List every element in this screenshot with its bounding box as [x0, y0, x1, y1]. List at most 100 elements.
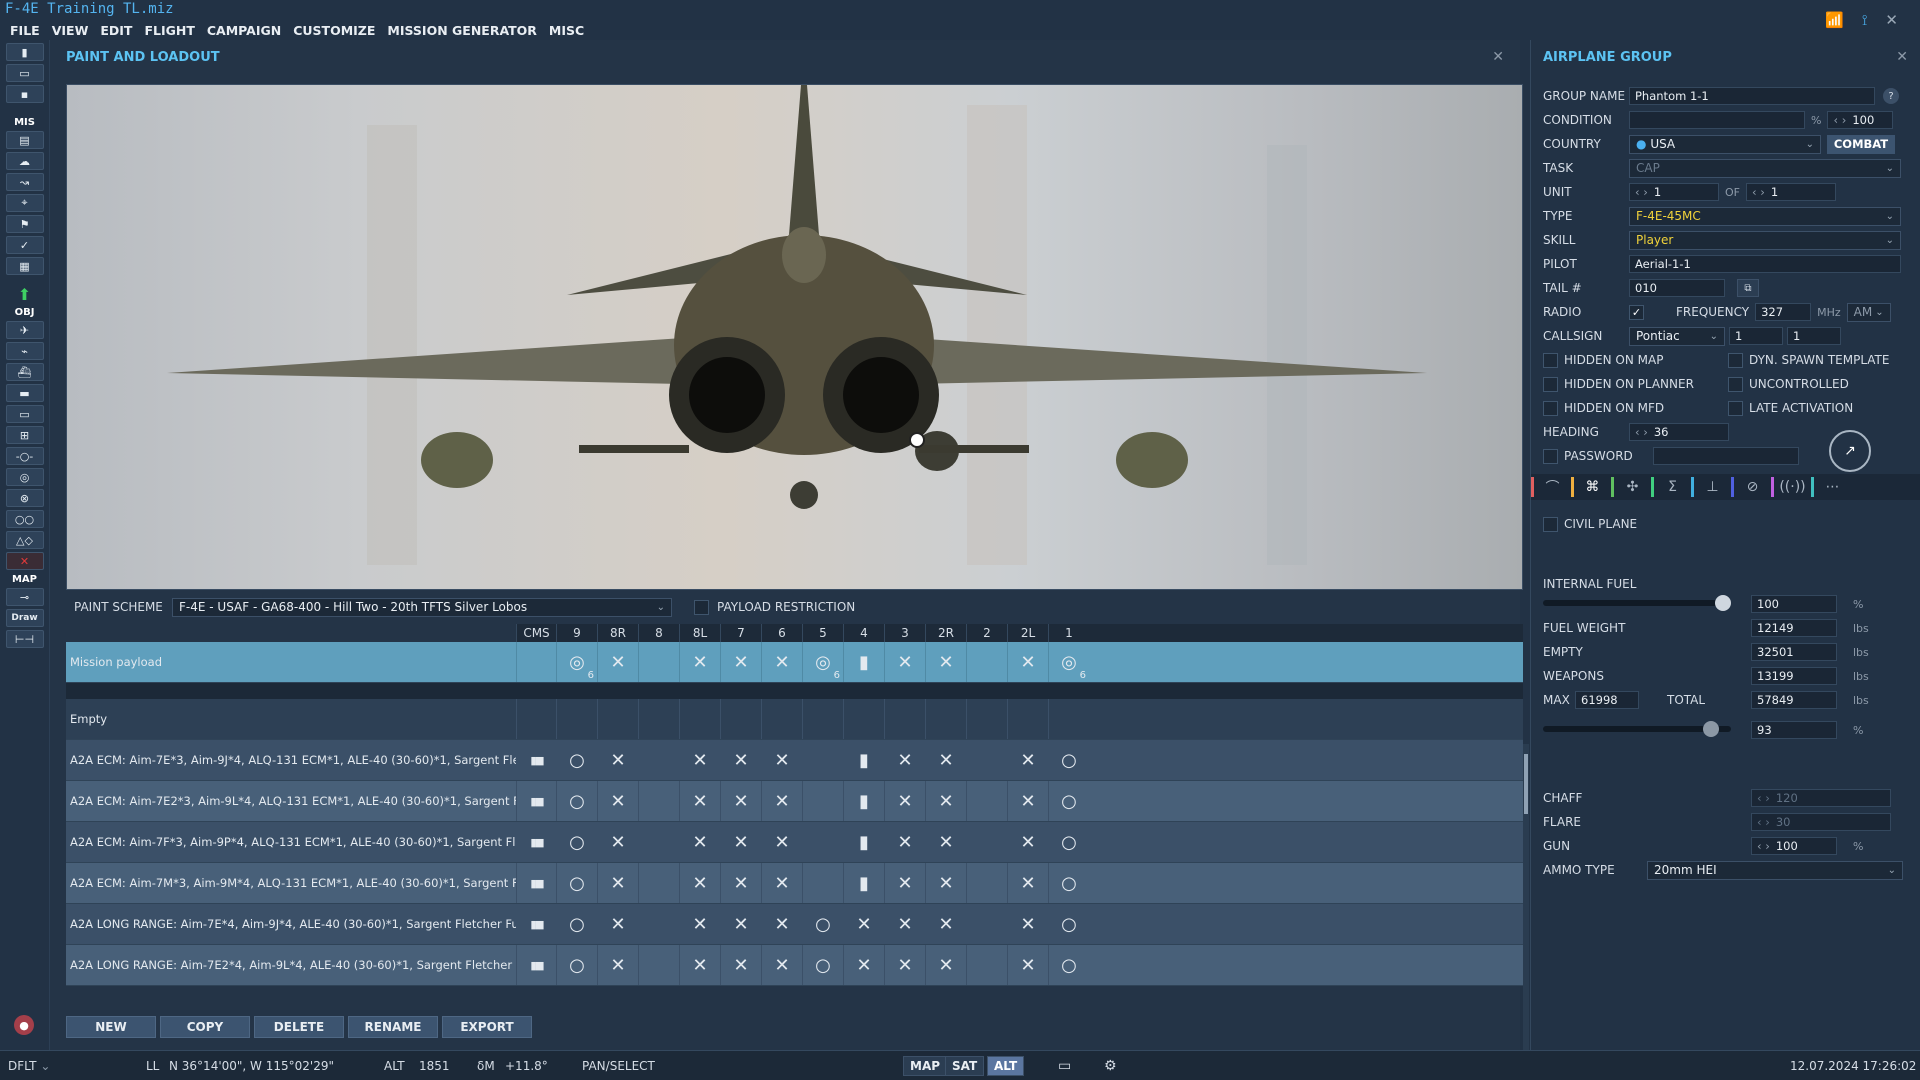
station-cell[interactable] — [966, 863, 1007, 903]
combat-button[interactable]: COMBAT — [1827, 134, 1895, 154]
flag-icon[interactable]: ⚑ — [5, 215, 44, 233]
station-cell[interactable]: ○ — [556, 863, 597, 903]
hidden-planner-checkbox[interactable] — [1543, 376, 1558, 392]
station-cell[interactable]: ○ — [556, 904, 597, 944]
settings-icon[interactable]: ⚙ — [1104, 1058, 1117, 1074]
menu-mission-generator[interactable]: MISSION GENERATOR — [387, 23, 537, 38]
fuel-slider-knob[interactable] — [1715, 595, 1731, 611]
payload-row[interactable]: A2A ECM: Aim-7F*3, Aim-9P*4, ALQ-131 ECM… — [66, 822, 1523, 863]
summary-tab-icon[interactable]: Σ — [1651, 477, 1691, 497]
skill-select[interactable]: Player ⌄ — [1629, 230, 1901, 250]
station-cell[interactable] — [802, 822, 843, 862]
map-tool-icon[interactable]: ⊸ — [5, 588, 44, 606]
heading-dial[interactable]: ↗ — [1829, 430, 1871, 472]
station-cell[interactable] — [966, 822, 1007, 862]
station-cell[interactable] — [1048, 699, 1089, 739]
station-cell[interactable]: ○ — [802, 945, 843, 985]
ammo-type-select[interactable]: 20mm HEI ⌄ — [1647, 860, 1903, 880]
station-cell[interactable]: ✕ — [884, 945, 925, 985]
payload-row[interactable]: A2A LONG RANGE: Aim-7E2*4, Aim-9L*4, ALE… — [66, 945, 1523, 986]
close-app-icon[interactable]: ✕ — [1885, 11, 1898, 29]
callsign-number-2[interactable]: 1 — [1787, 327, 1841, 345]
failures-tab-icon[interactable]: ⊥ — [1691, 477, 1731, 497]
station-cell[interactable] — [556, 699, 597, 739]
station-cell[interactable]: ✕ — [761, 781, 802, 821]
zone-icon[interactable]: ◎ — [5, 468, 44, 486]
station-cell[interactable]: ✕ — [679, 863, 720, 903]
scroll-thumb[interactable] — [1524, 754, 1528, 814]
frequency-input[interactable]: 327 — [1755, 303, 1812, 321]
payload-row[interactable]: A2A ECM: Aim-7M*3, Aim-9M*4, ALQ-131 ECM… — [66, 863, 1523, 904]
station-cell[interactable] — [638, 863, 679, 903]
station-cell[interactable]: ✕ — [761, 945, 802, 985]
tail-input[interactable]: 010 — [1629, 279, 1725, 297]
menu-view[interactable]: VIEW — [52, 23, 89, 38]
station-cell[interactable]: ✕ — [1007, 904, 1048, 944]
gun-input[interactable]: ‹ › 100 — [1751, 837, 1837, 855]
unit-input[interactable]: ‹ › 1 — [1629, 183, 1719, 201]
station-cell[interactable] — [638, 699, 679, 739]
station-cell[interactable]: ✕ — [1007, 945, 1048, 985]
mission-station-cell[interactable]: ✕ — [761, 642, 802, 682]
total-slider-knob[interactable] — [1702, 721, 1719, 737]
check-icon[interactable]: ✓ — [5, 236, 44, 254]
mission-payload-row[interactable]: Mission payload ◎ 6 ✕ ✕ ✕ ✕ ◎ 6 ▮ ✕ ✕ ✕ ◎ 6 — [66, 642, 1523, 683]
menu-customize[interactable]: CUSTOMIZE — [293, 23, 375, 38]
station-cell[interactable] — [679, 699, 720, 739]
total-weight-slider[interactable] — [1543, 721, 1731, 737]
mission-station-cell[interactable]: ▮ — [843, 642, 884, 682]
station-cell[interactable]: ✕ — [679, 781, 720, 821]
shapes-icon[interactable]: △◇ — [5, 531, 44, 549]
template-icon[interactable]: ⊗ — [5, 489, 44, 507]
ruler-icon[interactable]: ⊢⊣ — [5, 630, 44, 648]
station-cell[interactable] — [884, 699, 925, 739]
callsign-number-1[interactable]: 1 — [1729, 327, 1783, 345]
station-cell[interactable]: ▮ — [843, 822, 884, 862]
record-icon[interactable]: ● — [14, 1015, 34, 1035]
rename-button[interactable]: RENAME — [348, 1016, 438, 1038]
password-input[interactable] — [1652, 447, 1799, 465]
station-cell[interactable]: ✕ — [884, 904, 925, 944]
station-cell[interactable]: ✕ — [720, 740, 761, 780]
cms-cell[interactable]: ▮▮▮ — [516, 781, 556, 821]
station-cell[interactable]: ✕ — [925, 781, 966, 821]
mission-station-cell[interactable]: ✕ — [925, 642, 966, 682]
export-button[interactable]: EXPORT — [442, 1016, 532, 1038]
payload-scrollbar[interactable] — [1523, 744, 1529, 1064]
station-cell[interactable] — [802, 863, 843, 903]
train-icon[interactable]: ⊞ — [5, 426, 44, 444]
station-cell[interactable]: ✕ — [1007, 863, 1048, 903]
mission-station-cell[interactable]: ◎ 6 — [556, 642, 597, 682]
open-folder-icon[interactable]: ▭ — [5, 64, 44, 82]
station-cell[interactable] — [638, 740, 679, 780]
delete-icon[interactable]: ✕ — [5, 552, 44, 570]
station-cell[interactable]: ✕ — [761, 904, 802, 944]
new-button[interactable]: NEW — [66, 1016, 156, 1038]
units-tab-icon[interactable]: ✣ — [1611, 477, 1651, 497]
station-cell[interactable]: ○ — [1048, 863, 1089, 903]
save-icon[interactable]: ▪ — [5, 85, 44, 103]
station-cell[interactable] — [597, 699, 638, 739]
station-cell[interactable]: ✕ — [597, 863, 638, 903]
menu-misc[interactable]: MISC — [549, 23, 584, 38]
station-cell[interactable] — [966, 945, 1007, 985]
weather-icon[interactable]: ☁ — [5, 152, 44, 170]
cms-cell[interactable]: ▮▮▮ — [516, 863, 556, 903]
stepper-icon[interactable]: ‹ › — [1757, 791, 1770, 805]
cms-cell[interactable] — [516, 642, 556, 682]
station-cell[interactable]: ▮ — [843, 740, 884, 780]
cms-cell[interactable]: ▮▮▮ — [516, 904, 556, 944]
station-cell[interactable] — [966, 740, 1007, 780]
password-checkbox[interactable] — [1543, 448, 1558, 464]
stepper-icon[interactable]: ‹ › — [1833, 113, 1846, 127]
internal-fuel-input[interactable]: 100 — [1751, 595, 1837, 613]
antenna-icon[interactable]: ⟟ — [1862, 11, 1868, 29]
flare-input[interactable]: ‹ › 30 — [1751, 813, 1891, 831]
station-cell[interactable]: ✕ — [884, 863, 925, 903]
briefing-icon[interactable]: ▤ — [5, 131, 44, 149]
close-group-icon[interactable]: ✕ — [1896, 49, 1908, 65]
station-cell[interactable]: ✕ — [597, 822, 638, 862]
station-cell[interactable]: ✕ — [679, 740, 720, 780]
station-cell[interactable] — [761, 699, 802, 739]
station-cell[interactable]: ✕ — [1007, 822, 1048, 862]
